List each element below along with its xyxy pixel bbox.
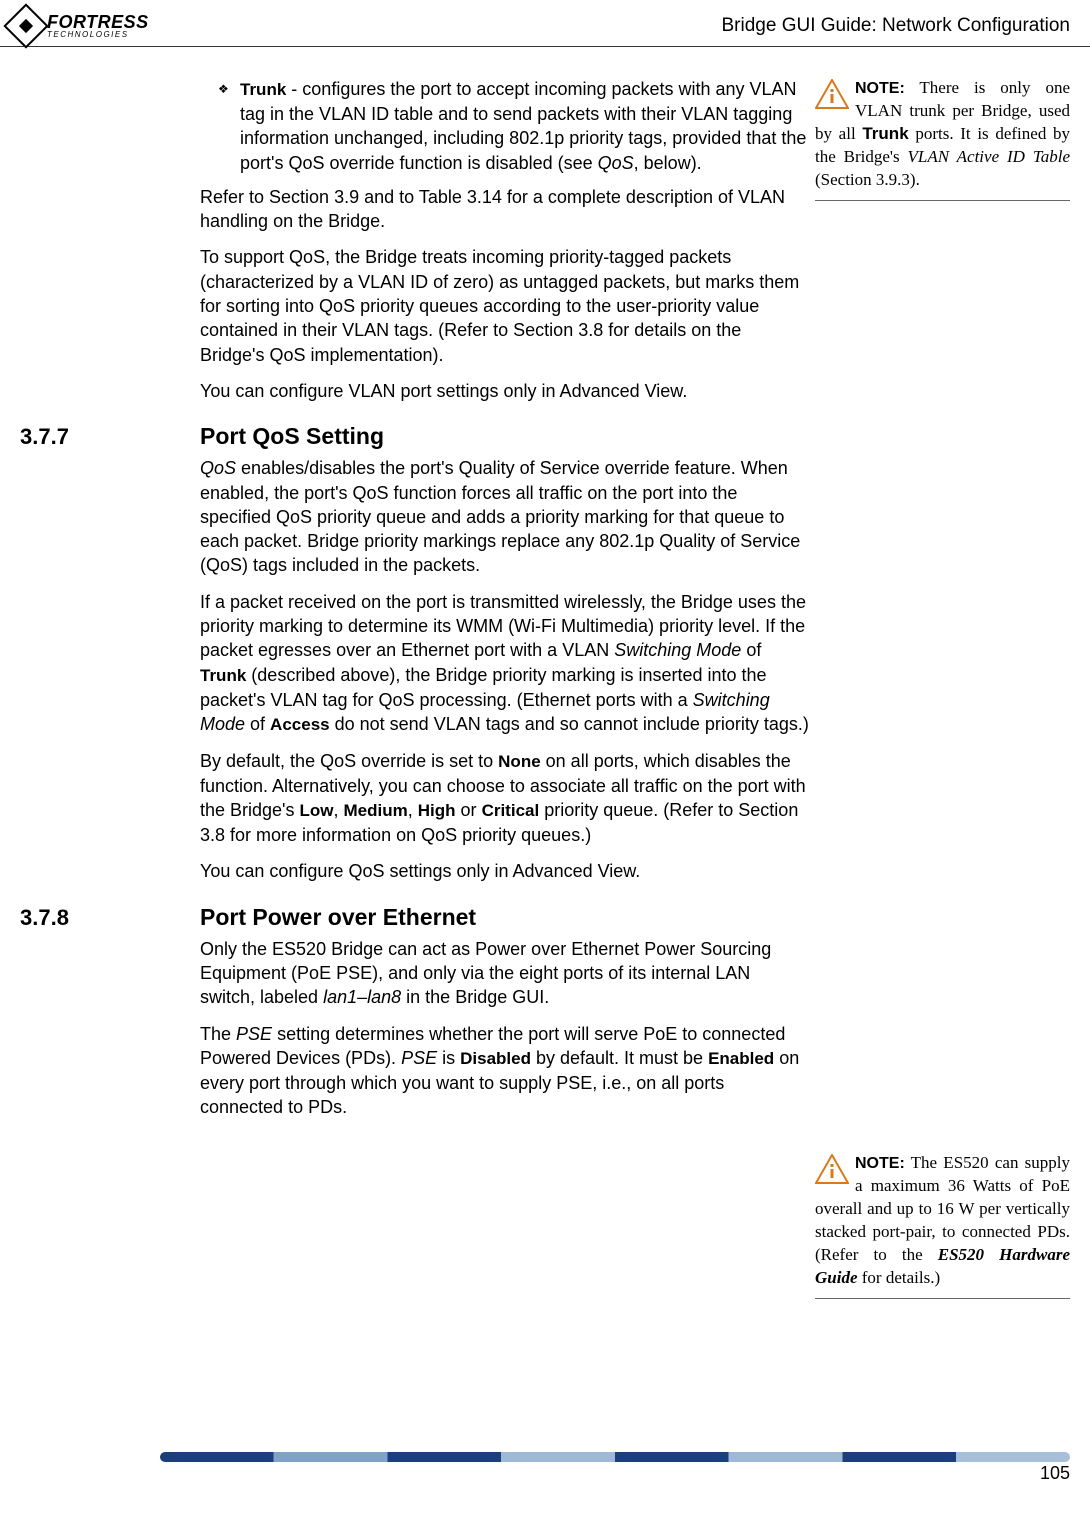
sans: Low — [300, 801, 334, 820]
note-text: for details.) — [858, 1268, 941, 1287]
logo-diamond-icon — [3, 3, 48, 48]
text: do not send VLAN tags and so cannot incl… — [330, 714, 809, 734]
sans: Trunk — [200, 666, 246, 685]
section-title: Port Power over Ethernet — [200, 902, 476, 933]
bullet-term: Trunk — [240, 80, 286, 99]
footer-band — [160, 1452, 1070, 1462]
logo: FORTRESS TECHNOLOGIES — [10, 10, 149, 42]
sans: Medium — [344, 801, 408, 820]
bullet-icon: ❖ — [218, 81, 229, 97]
italic: PSE — [236, 1024, 272, 1044]
section-number: 3.7.7 — [20, 422, 200, 452]
section-3-7-8-heading: 3.7.8 Port Power over Ethernet — [20, 902, 810, 933]
logo-text-group: FORTRESS TECHNOLOGIES — [47, 14, 149, 37]
text: of — [245, 714, 270, 734]
paragraph-es520-pse: Only the ES520 Bridge can act as Power o… — [200, 937, 810, 1010]
text: is — [437, 1048, 460, 1068]
italic: Switching Mode — [614, 640, 741, 660]
text: (described above), the Bridge priority m… — [200, 665, 767, 710]
sans: Critical — [482, 801, 540, 820]
paragraph-qos-enable: QoS enables/disables the port's Quality … — [200, 456, 810, 577]
paragraph-qos-support: To support QoS, the Bridge treats incomi… — [200, 245, 810, 366]
text: , — [408, 800, 418, 820]
note-label: NOTE: — [855, 1155, 905, 1172]
section-3-7-7-heading: 3.7.7 Port QoS Setting — [20, 421, 810, 452]
paragraph-pse-setting: The PSE setting determines whether the p… — [200, 1022, 810, 1120]
bullet-italic: QoS — [598, 153, 634, 173]
main-content: NOTE: There is only one VLAN trunk per B… — [0, 47, 1090, 1497]
italic-qos: QoS — [200, 458, 236, 478]
text: , — [334, 800, 344, 820]
sans: Disabled — [460, 1049, 531, 1068]
sans: None — [498, 752, 541, 771]
text: or — [456, 800, 482, 820]
paragraph-packet-wireless: If a packet received on the port is tran… — [200, 590, 810, 737]
text: enables/disables the port's Quality of S… — [200, 458, 800, 575]
note-text: (Section 3.9.3). — [815, 170, 920, 189]
bullet-text: - configures the port to accept incoming… — [240, 79, 806, 173]
section-title: Port QoS Setting — [200, 421, 384, 452]
bullet-trunk: ❖ Trunk - configures the port to accept … — [240, 77, 810, 175]
bullet-tail: , below). — [634, 153, 702, 173]
text: of — [741, 640, 761, 660]
italic: lan8 — [367, 987, 401, 1007]
page-number: 105 — [1040, 1461, 1070, 1485]
note-sans: Trunk — [862, 124, 908, 143]
sans: Access — [270, 715, 330, 734]
text: – — [357, 987, 367, 1007]
paragraph-refer-39: Refer to Section 3.9 and to Table 3.14 f… — [200, 185, 810, 234]
italic: lan1 — [323, 987, 357, 1007]
paragraph-qos-advanced: You can configure QoS settings only in A… — [200, 859, 810, 883]
italic: PSE — [401, 1048, 437, 1068]
paragraph-vlan-advanced: You can configure VLAN port settings onl… — [200, 379, 810, 403]
info-icon — [815, 79, 849, 109]
logo-main-text: FORTRESS — [47, 14, 149, 30]
text: in the Bridge GUI. — [401, 987, 549, 1007]
text: by default. It must be — [531, 1048, 708, 1068]
text: By default, the QoS override is set to — [200, 751, 498, 771]
note-trunk: NOTE: There is only one VLAN trunk per B… — [815, 77, 1070, 201]
page-header: FORTRESS TECHNOLOGIES Bridge GUI Guide: … — [0, 0, 1090, 47]
paragraph-qos-default: By default, the QoS override is set to N… — [200, 749, 810, 847]
info-icon — [815, 1154, 849, 1184]
header-title: Bridge GUI Guide: Network Configuration — [722, 13, 1071, 39]
text: The — [200, 1024, 236, 1044]
note-label: NOTE: — [855, 80, 905, 97]
body-column: ❖ Trunk - configures the port to accept … — [200, 77, 810, 1119]
note-italic: VLAN Active ID Table — [908, 147, 1071, 166]
sans: Enabled — [708, 1049, 774, 1068]
note-es520: NOTE: The ES520 can supply a maximum 36 … — [815, 1152, 1070, 1299]
sans: High — [418, 801, 456, 820]
section-number: 3.7.8 — [20, 903, 200, 933]
